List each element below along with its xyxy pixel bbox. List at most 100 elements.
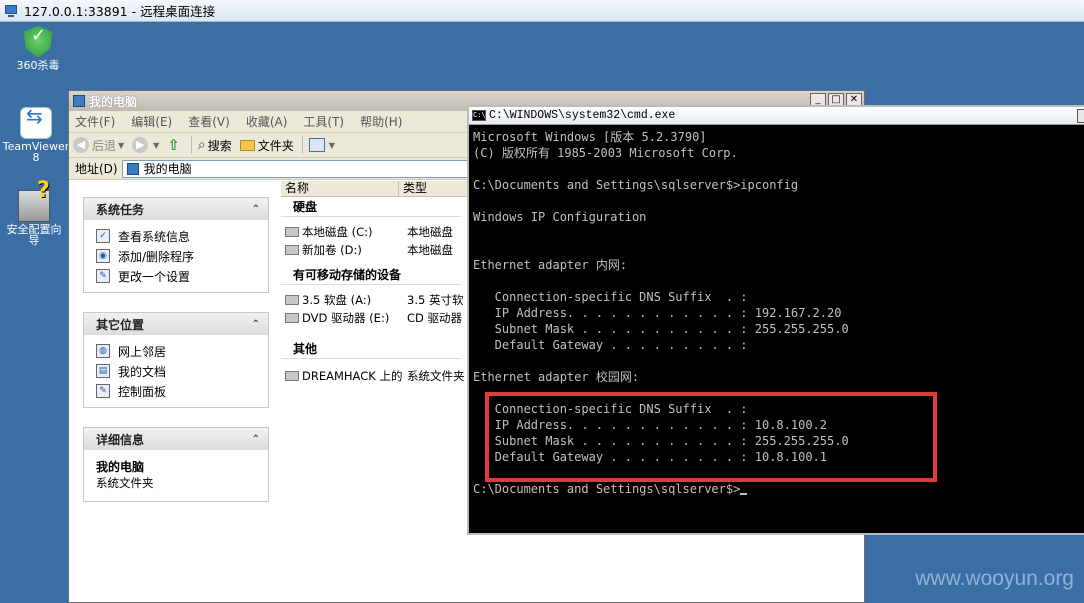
security-wizard-icon bbox=[18, 185, 50, 222]
console-line: C:\Documents and Settings\sqlserver$>ipc… bbox=[473, 177, 1083, 193]
desktop-icon-security-wizard[interactable]: 安全配置向 导 bbox=[0, 185, 70, 246]
item-name: 本地磁盘 (C:) bbox=[302, 225, 373, 239]
watermark: www.wooyun.org bbox=[915, 567, 1074, 590]
panel-title: 其它位置 bbox=[96, 317, 145, 332]
group-header: 其他 bbox=[281, 339, 461, 359]
console-line: Ethernet adapter 校园网: bbox=[473, 369, 1083, 385]
back-button[interactable]: ◀ 后退 ▼ bbox=[73, 137, 124, 154]
chevron-down-icon: ▼ bbox=[328, 140, 335, 150]
collapse-icon[interactable]: ⌃ bbox=[252, 204, 260, 215]
console-line: Subnet Mask . . . . . . . . . . . : 255.… bbox=[473, 321, 1083, 337]
antivirus-shield-icon bbox=[23, 26, 53, 58]
remote-desktop-icon bbox=[4, 4, 18, 18]
folder-up-icon: ⇧ bbox=[167, 136, 180, 154]
item-name: DREAMHACK 上的 D bbox=[302, 369, 407, 383]
column-name[interactable]: 名称 bbox=[281, 181, 399, 196]
menu-view[interactable]: 查看(V) bbox=[188, 113, 230, 130]
console-line-text: Connection-specific DNS Suffix . : bbox=[473, 290, 748, 304]
task-pane: 系统任务 ⌃ ✓ 查看系统信息 ◉ 添加/删除程序 ✎ 更改一个设置 其它位置 ⌃ ◍… bbox=[69, 181, 279, 602]
details-header[interactable]: 详细信息 ⌃ bbox=[84, 428, 268, 450]
menu-favorites[interactable]: 收藏(A) bbox=[246, 113, 288, 130]
task-label: 更改一个设置 bbox=[118, 269, 191, 284]
search-icon: ⌕ bbox=[197, 137, 206, 153]
folders-button[interactable]: 文件夹 bbox=[239, 137, 294, 154]
console-line-text: Ethernet adapter 校园网: bbox=[473, 370, 640, 384]
desktop-icon-teamviewer[interactable]: TeamViewer 8 bbox=[0, 107, 72, 163]
up-button[interactable]: ⇧ bbox=[167, 136, 183, 154]
console-line: C:\Documents and Settings\sqlserver$> bbox=[473, 481, 1083, 497]
task-label: 添加/删除程序 bbox=[118, 249, 195, 264]
task-change-setting[interactable]: ✎ 更改一个设置 bbox=[96, 266, 268, 286]
task-view-system-info[interactable]: ✓ 查看系统信息 bbox=[96, 226, 268, 246]
forward-button[interactable]: ▶ ▼ bbox=[132, 137, 159, 153]
item-name: 新加卷 (D:) bbox=[302, 243, 362, 257]
console-line-text: Subnet Mask . . . . . . . . . . . : 255.… bbox=[473, 322, 849, 336]
console-line-text: (C) 版权所有 1985-2003 Microsoft Corp. bbox=[473, 146, 738, 160]
computer-icon bbox=[73, 95, 85, 107]
task-label: 查看系统信息 bbox=[118, 229, 191, 244]
explorer-title: 我的电脑 bbox=[89, 94, 138, 109]
collapse-icon[interactable]: ⌃ bbox=[252, 434, 260, 445]
system-tasks-header[interactable]: 系统任务 ⌃ bbox=[84, 198, 268, 220]
other-places-header[interactable]: 其它位置 ⌃ bbox=[84, 313, 268, 335]
item-type: 3.5 英寸软 bbox=[407, 293, 464, 307]
add-remove-programs-icon: ◉ bbox=[96, 249, 110, 263]
place-label: 我的文档 bbox=[118, 364, 167, 379]
menu-tools[interactable]: 工具(T) bbox=[303, 113, 344, 130]
item-name: DVD 驱动器 (E:) bbox=[302, 311, 390, 325]
console-line-text: C:\Documents and Settings\sqlserver$>ipc… bbox=[473, 178, 799, 192]
console-cursor bbox=[740, 493, 748, 495]
place-network[interactable]: ◍ 网上邻居 bbox=[96, 341, 268, 361]
cmd-window-button[interactable] bbox=[1077, 109, 1084, 123]
task-add-remove-programs[interactable]: ◉ 添加/删除程序 bbox=[96, 246, 268, 266]
computer-icon bbox=[126, 162, 139, 175]
search-button[interactable]: ⌕ 搜索 bbox=[198, 137, 232, 154]
panel-title: 详细信息 bbox=[96, 432, 145, 447]
dvd-drive-icon bbox=[285, 313, 299, 323]
column-type[interactable]: 类型 bbox=[399, 181, 469, 196]
menu-edit[interactable]: 编辑(E) bbox=[131, 113, 172, 130]
desktop-icon-label: 360杀毒 bbox=[16, 59, 60, 72]
views-button[interactable]: ▼ bbox=[308, 138, 335, 152]
documents-icon: ▤ bbox=[96, 364, 110, 378]
search-label: 搜索 bbox=[207, 138, 232, 153]
collapse-icon[interactable]: ⌃ bbox=[252, 319, 260, 330]
toolbar-separator bbox=[190, 136, 192, 154]
back-arrow-icon: ◀ bbox=[73, 137, 89, 153]
item-type: 系统文件夹 bbox=[407, 369, 465, 383]
forward-arrow-icon: ▶ bbox=[132, 137, 149, 153]
menu-help[interactable]: 帮助(H) bbox=[360, 113, 402, 130]
highlight-box bbox=[485, 392, 937, 482]
control-panel-icon: ✎ bbox=[96, 269, 110, 283]
teamviewer-icon bbox=[20, 107, 52, 139]
place-label: 网上邻居 bbox=[118, 344, 167, 359]
group-header: 硬盘 bbox=[281, 197, 461, 217]
network-drive-icon bbox=[285, 371, 299, 381]
console-line-text: Ethernet adapter 内网: bbox=[473, 258, 628, 272]
console-line: Microsoft Windows [版本 5.2.3790] bbox=[473, 129, 1083, 145]
system-tasks-panel: 系统任务 ⌃ ✓ 查看系统信息 ◉ 添加/删除程序 ✎ 更改一个设置 bbox=[83, 197, 269, 293]
console-line-text: Windows IP Configuration bbox=[473, 210, 647, 224]
menu-file[interactable]: 文件(F) bbox=[75, 113, 115, 130]
chevron-down-icon: ▼ bbox=[118, 140, 125, 150]
details-panel: 详细信息 ⌃ 我的电脑 系统文件夹 bbox=[83, 427, 269, 502]
address-label: 地址(D) bbox=[75, 162, 118, 176]
chevron-down-icon: ▼ bbox=[153, 140, 160, 150]
item-type: CD 驱动器 bbox=[407, 311, 463, 325]
console-line-text: C:\Documents and Settings\sqlserver$> bbox=[473, 482, 741, 496]
views-icon bbox=[308, 138, 325, 152]
panel-title: 系统任务 bbox=[96, 202, 145, 217]
rdp-title-bar[interactable]: 127.0.0.1:33891 - 远程桌面连接 bbox=[0, 0, 1084, 22]
console-line-text: Microsoft Windows [版本 5.2.3790] bbox=[473, 130, 707, 144]
desktop-icon-360[interactable]: 360杀毒 bbox=[2, 26, 74, 71]
item-type: 本地磁盘 bbox=[407, 225, 453, 239]
console-line: Connection-specific DNS Suffix . : bbox=[473, 289, 1083, 305]
place-control-panel[interactable]: ✎ 控制面板 bbox=[96, 381, 268, 401]
cmd-title-bar[interactable]: C:\ C:\WINDOWS\system32\cmd.exe bbox=[469, 107, 1084, 125]
folder-icon bbox=[239, 139, 255, 151]
place-my-documents[interactable]: ▤ 我的文档 bbox=[96, 361, 268, 381]
